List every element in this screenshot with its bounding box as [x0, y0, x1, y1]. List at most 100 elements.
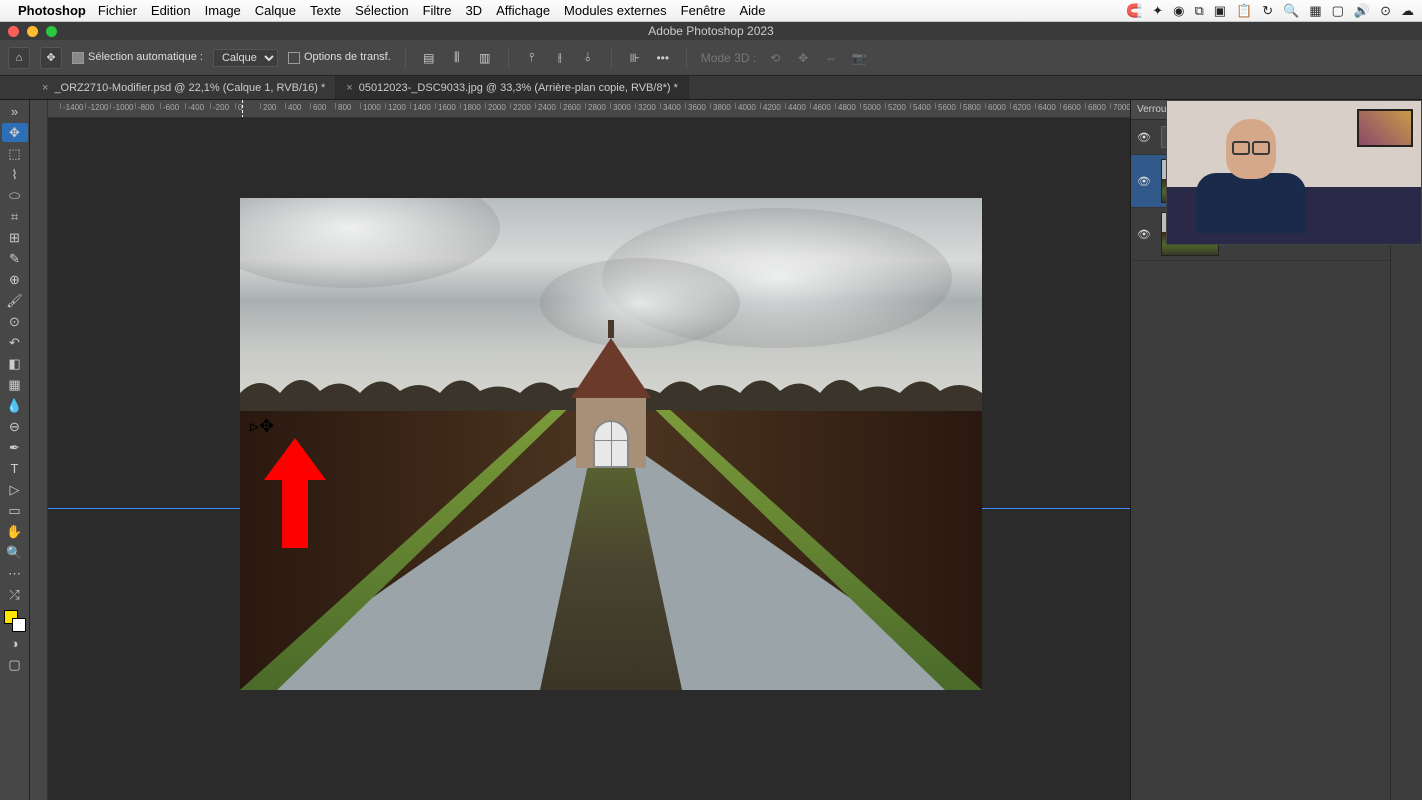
transform-checkbox[interactable] [288, 52, 300, 64]
visibility-toggle-icon[interactable]: 👁 [1137, 228, 1151, 241]
tray-icon[interactable]: 🔍 [1283, 3, 1299, 19]
vertical-ruler[interactable] [30, 100, 48, 800]
background-color-swatch[interactable] [12, 618, 26, 632]
tray-icon[interactable]: ⧉ [1194, 3, 1203, 19]
tray-icon[interactable]: 📋 [1236, 3, 1252, 19]
tray-icon[interactable]: ▣ [1214, 3, 1226, 19]
dodge-tool[interactable]: ⊖ [2, 417, 28, 436]
ruler-tick: 5600 [935, 103, 956, 109]
frame-tool[interactable]: ⊞ [2, 228, 28, 247]
align-left-icon[interactable]: ▤ [420, 49, 438, 67]
move-cursor-icon: ▹✥ [250, 416, 274, 437]
brush-tool[interactable]: 🖌 [2, 291, 28, 310]
ruler-tick: 400 [285, 103, 301, 109]
tray-icon[interactable]: ▢ [1332, 3, 1344, 19]
tray-icon[interactable]: 🧲 [1126, 3, 1142, 19]
ruler-tick: 7000 [1110, 103, 1130, 109]
foreground-background-colors[interactable] [4, 610, 26, 632]
edit-toolbar-icon[interactable]: ⋯ [2, 564, 28, 583]
menu-fichier[interactable]: Fichier [98, 3, 137, 18]
quickmask-tool[interactable]: ◑ [2, 634, 28, 653]
healing-tool[interactable]: ⊕ [2, 270, 28, 289]
menu-texte[interactable]: Texte [310, 3, 341, 18]
menu-aide[interactable]: Aide [739, 3, 765, 18]
crop-tool[interactable]: ⌗ [2, 207, 28, 226]
auto-select-label: Sélection automatique : [88, 51, 203, 63]
align-middle-icon[interactable]: ⫲ [551, 49, 569, 67]
ruler-tick: -800 [135, 103, 154, 109]
image-chapel [571, 338, 651, 468]
expand-toolbar-icon[interactable]: » [2, 102, 28, 121]
auto-select-target-select[interactable]: Calque [213, 49, 278, 67]
3d-slide-icon: ⇔ [822, 49, 840, 67]
ruler-tick: 1000 [360, 103, 381, 109]
home-button[interactable]: ⌂ [8, 47, 30, 69]
zoom-tool[interactable]: 🔍 [2, 543, 28, 562]
ruler-tick: -1000 [110, 103, 133, 109]
more-align-icon[interactable]: ••• [654, 49, 672, 67]
hand-tool[interactable]: ✋ [2, 522, 28, 541]
document-tab[interactable]: × 05012023-_DSC9033.jpg @ 33,3% (Arrière… [336, 76, 689, 99]
tray-icon[interactable]: ✦ [1152, 3, 1163, 19]
canvas-viewport[interactable]: ▹✥ [48, 118, 1130, 800]
ruler-tick: 600 [310, 103, 326, 109]
object-select-tool[interactable]: ⬭ [2, 186, 28, 205]
ruler-tick: 6400 [1035, 103, 1056, 109]
align-bottom-icon[interactable]: ⫰ [579, 49, 597, 67]
gradient-tool[interactable]: ▦ [2, 375, 28, 394]
ruler-tick: 800 [335, 103, 351, 109]
horizontal-ruler[interactable]: -1400 -1200 -1000 -800 -600 -400 -200 0 … [48, 100, 1130, 118]
menu-affichage[interactable]: Affichage [496, 3, 550, 18]
tray-icon[interactable]: 🔊 [1354, 3, 1370, 19]
tray-icon[interactable]: ↻ [1262, 3, 1273, 19]
ruler-tick: 6000 [985, 103, 1006, 109]
align-right-icon[interactable]: ▥ [476, 49, 494, 67]
menu-filtre[interactable]: Filtre [423, 3, 452, 18]
history-brush-tool[interactable]: ↶ [2, 333, 28, 352]
move-tool[interactable]: ✥ [2, 123, 28, 142]
path-select-tool[interactable]: ▷ [2, 480, 28, 499]
menu-3d[interactable]: 3D [465, 3, 482, 18]
visibility-toggle-icon[interactable]: 👁 [1137, 131, 1151, 144]
canvas-image[interactable]: ▹✥ [240, 198, 982, 690]
pen-tool[interactable]: ✒ [2, 438, 28, 457]
tray-icon[interactable]: ◉ [1173, 3, 1184, 19]
eraser-tool[interactable]: ◧ [2, 354, 28, 373]
lasso-tool[interactable]: ⌇ [2, 165, 28, 184]
type-tool[interactable]: T [2, 459, 28, 478]
document-tab-bar: × _ORZ2710-Modifier.psd @ 22,1% (Calque … [0, 76, 1422, 100]
close-tab-icon[interactable]: × [42, 82, 48, 94]
menu-image[interactable]: Image [205, 3, 241, 18]
eyedropper-tool[interactable]: ✎ [2, 249, 28, 268]
document-tab[interactable]: × _ORZ2710-Modifier.psd @ 22,1% (Calque … [32, 76, 336, 99]
distribute-icon[interactable]: ⊪ [626, 49, 644, 67]
ruler-tick: 1600 [435, 103, 456, 109]
menu-fenetre[interactable]: Fenêtre [681, 3, 726, 18]
align-center-h-icon[interactable]: ⫼ [448, 49, 466, 67]
mode3d-label: Mode 3D : [701, 49, 756, 67]
visibility-toggle-icon[interactable]: 👁 [1137, 175, 1151, 188]
auto-select-checkbox[interactable] [72, 52, 84, 64]
move-tool-indicator[interactable]: ✥ [40, 47, 62, 69]
menu-calque[interactable]: Calque [255, 3, 296, 18]
blur-tool[interactable]: 💧 [2, 396, 28, 415]
shape-tool[interactable]: ▭ [2, 501, 28, 520]
menu-modules[interactable]: Modules externes [564, 3, 667, 18]
screenmode-tool[interactable]: ▢ [2, 655, 28, 674]
tray-icon[interactable]: ⊙ [1380, 3, 1391, 19]
close-tab-icon[interactable]: × [346, 82, 352, 94]
menu-selection[interactable]: Sélection [355, 3, 408, 18]
ruler-tick: 3400 [660, 103, 681, 109]
canvas-area: -1400 -1200 -1000 -800 -600 -400 -200 0 … [48, 100, 1130, 800]
tray-icon[interactable]: ☁ [1401, 3, 1414, 19]
ruler-tick: 5400 [910, 103, 931, 109]
menu-edition[interactable]: Edition [151, 3, 191, 18]
ruler-tick: 1400 [410, 103, 431, 109]
mac-menubar: Photoshop Fichier Edition Image Calque T… [0, 0, 1422, 22]
swap-colors-icon[interactable]: ⤮ [2, 585, 28, 604]
align-top-icon[interactable]: ⫯ [523, 49, 541, 67]
tray-icon[interactable]: ▦ [1309, 3, 1321, 19]
app-name[interactable]: Photoshop [18, 3, 86, 18]
stamp-tool[interactable]: ⊙ [2, 312, 28, 331]
marquee-tool[interactable]: ⬚ [2, 144, 28, 163]
